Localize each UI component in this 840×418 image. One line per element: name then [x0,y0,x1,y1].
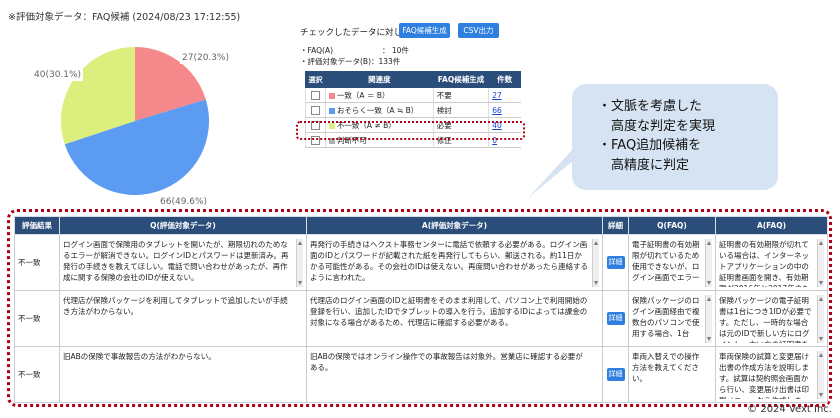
page-header: ※評価対象データ：FAQ候補 (2024/08/23 17:12:55) [8,12,241,23]
scrollbar[interactable] [296,238,303,287]
pie-label-probably-match: 66(49.6%) [158,196,210,208]
q-faq-text: 電子証明書の有効期限が切れているため使用できないが、ログイン画面でエラー [632,238,712,287]
q-eval-value: ログイン画面で保険用のタブレットを開いたが、期限切れのためなるエラーが解消できな… [63,239,289,282]
select-header-label: 選択 [308,75,323,84]
callout-line: 高度な判定を実現 [598,118,716,134]
count-header: 件数 [488,71,521,88]
a-eval-text: 再発行の手続きはヘクスト事務センターに電話で依頼する必要がある。ログイン画面のI… [310,238,599,287]
scrollbar[interactable] [817,238,824,287]
scrollbar[interactable] [705,294,712,343]
q-eval-value: 旧ABの保険で事故報告の方法がわからない。 [63,351,216,361]
callout-line: ・FAQ追加候補を [598,138,702,153]
table-row: 不一致 ログイン画面で保険用のタブレットを開いたが、期限切れのためなるエラーが解… [14,234,828,291]
result-cell: 不一致 [14,234,60,291]
a-faq-header: A(FAQ) [715,216,828,235]
a-faq-text: 車両保険の試算と変更届け出書の作成方法を説明します。試算は契約照会画面から行い、… [719,350,824,399]
a-faq-text: 証明書の有効期限が切れている場合は、インターネットアプリケーションの中の証明書画… [719,238,824,287]
q-eval-text: 代理店が保険パッケージを利用してタブレットで追加したいが手続き方法がわからない。 [63,295,303,343]
q-faq-value: 電子証明書の有効期限が切れているため使用できないが、ログイン画面でエラー [632,239,700,282]
scrollbar[interactable] [817,350,824,399]
a-faq-value: 証明書の有効期限が切れている場合は、インターネットアプリケーションの中の証明書画… [719,239,810,287]
detail-button[interactable]: 詳細 [606,312,625,325]
q-faq-value: 保険パッケージのログイン画面経由で複数台のパソコンで使用する場合、1台 [632,295,700,338]
stat-faq-label: ・FAQ(A) [300,46,334,55]
relevance-label: おそらく一致（A ≒ B） [336,105,419,115]
faq-gen-value: 検討 [432,102,489,118]
q-eval-text: 旧ABの保険で事故報告の方法がわからない。 [63,351,303,399]
pie-label-mismatch: 40(30.1%) [32,69,84,81]
q-eval-value: 代理店が保険パッケージを利用してタブレットで追加したいが手続き方法がわからない。 [63,295,288,316]
select-header: 選択 [305,71,326,88]
a-eval-text: 代理店のログイン画面のIDと証明書をそのまま利用して、パソコン上で利用開始の登録… [310,295,599,343]
a-eval-value: 旧ABの保険ではオンライン操作での事故報告は対象外。営業店に確認する必要がある。 [310,351,583,372]
scrollbar[interactable] [592,238,599,287]
color-swatch [328,92,335,99]
detail-button[interactable]: 詳細 [606,368,625,381]
table-row: 不一致 代理店が保険パッケージを利用してタブレットで追加したいが手続き方法がわか… [14,290,828,347]
a-eval-value: 再発行の手続きはヘクスト事務センターに電話で依頼する必要がある。ログイン画面のI… [310,239,588,282]
relevance-header: 関連度 [324,71,434,88]
stat-faq-value: ： 10件 [382,46,409,55]
result-cell: 不一致 [14,290,60,347]
result-header: 評価結果 [14,216,60,235]
q-faq-header: Q(FAQ) [628,216,716,235]
a-eval-text: 旧ABの保険ではオンライン操作での事故報告は対象外。営業店に確認する必要がある。 [310,351,599,399]
highlight-mismatch-row [296,121,525,140]
summary-row: おそらく一致（A ≒ B） 検討 66 [305,102,521,118]
a-faq-value: 保険パッケージの電子証明書は1台につき1IDが必要です。ただし、一時的な場合は元… [719,295,812,343]
summary-row: 一致（A ＝ B） 不要 27 [305,87,521,103]
row-checkbox[interactable] [310,90,320,100]
detail-table: 評価結果 Q(評価対象データ) A(評価対象データ) 詳細 Q(FAQ) A(F… [14,216,828,403]
copyright: © 2024 Vext Inc. [747,404,832,415]
q-faq-text: 車両入替えでの操作方法を教えてください。 [632,351,712,399]
scrollbar[interactable] [705,238,712,287]
a-faq-text: 保険パッケージの電子証明書は1台につき1IDが必要です。ただし、一時的な場合は元… [719,294,824,343]
q-faq-value: 車両入替えでの操作方法を教えてください。 [632,351,700,383]
a-faq-value: 車両保険の試算と変更届け出書の作成方法を説明します。試算は契約照会画面から行い、… [719,351,809,399]
a-eval-value: 代理店のログイン画面のIDと証明書をそのまま利用して、パソコン上で利用開始の登録… [310,295,588,327]
csv-export-button[interactable]: CSV出力 [458,23,499,38]
relevance-label: 一致（A ＝ B） [336,90,390,100]
callout-text: ・文脈を考慮した 高度な判定を実現 ・FAQ追加候補を 高精度に判定 [598,97,715,175]
count-link[interactable]: 27 [492,91,502,100]
count-link[interactable]: 66 [492,106,502,115]
result-cell: 不一致 [14,346,60,403]
color-swatch [328,107,335,114]
a-eval-header: A(評価対象データ) [306,216,603,235]
q-eval-header: Q(評価対象データ) [59,216,307,235]
detail-header: 詳細 [602,216,629,235]
scrollbar[interactable] [817,294,824,343]
table-row: 不一致 旧ABの保険で事故報告の方法がわからない。 旧ABの保険ではオンライン操… [14,346,828,403]
faq-generate-button[interactable]: FAQ候補生成 [399,23,450,38]
stats-block: ・FAQ(A) ： 10件 ・評価対象データ(B)：133件 [300,45,409,67]
pie-label-match: 27(20.3%) [180,52,232,64]
q-faq-text: 保険パッケージのログイン画面経由で複数台のパソコンで使用する場合、1台 [632,294,712,343]
faq-gen-value: 不要 [432,87,489,103]
faq-gen-header: FAQ候補生成 [432,71,490,88]
detail-button[interactable]: 詳細 [606,256,625,269]
callout-line: ・文脈を考慮した [598,99,703,114]
callout-line: 高精度に判定 [598,157,690,173]
stat-eval-count: ・評価対象データ(B)：133件 [300,57,401,66]
action-label: チェックしたデータに対し [300,28,403,38]
row-checkbox[interactable] [310,105,320,115]
q-eval-text: ログイン画面で保険用のタブレットを開いたが、期限切れのためなるエラーが解消できな… [63,238,303,287]
